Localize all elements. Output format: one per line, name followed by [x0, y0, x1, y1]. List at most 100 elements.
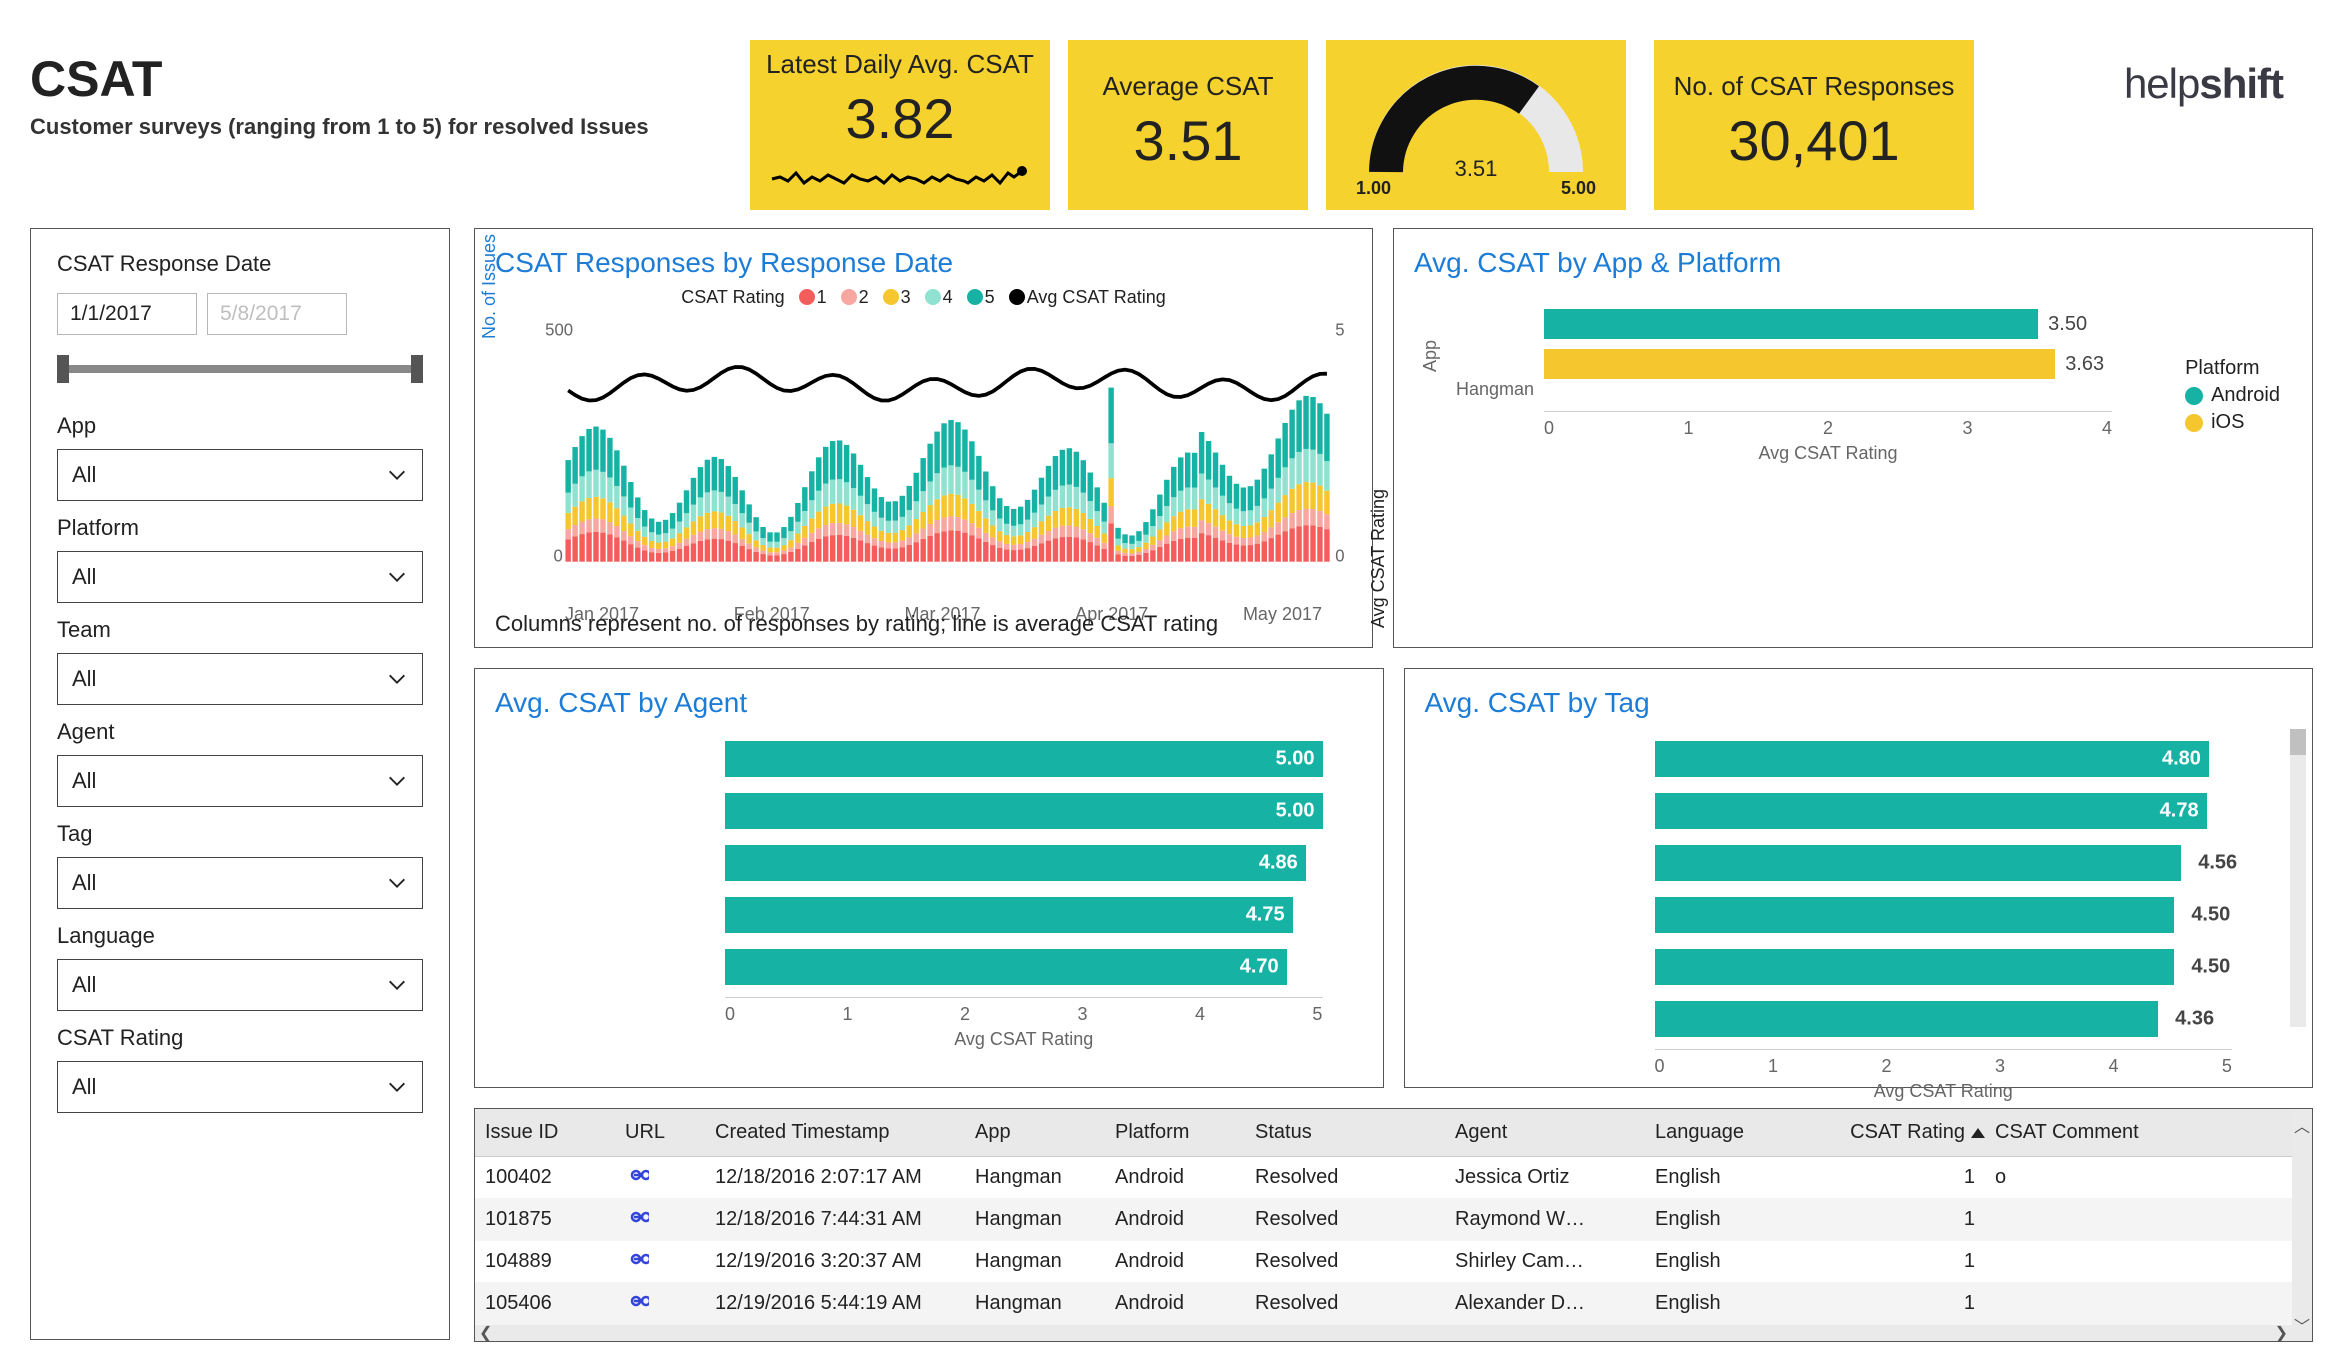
bar-rect[interactable]: 4.75: [725, 897, 1293, 933]
cell-status: Resolved: [1255, 1292, 1455, 1315]
bar-rect[interactable]: 5.00: [725, 793, 1323, 829]
y2-axis-label: Avg CSAT Rating: [1368, 489, 1389, 628]
bar-row[interactable]: admin 4.78: [1655, 789, 2233, 833]
bar-row[interactable]: feature-question 4.50: [1655, 893, 2233, 937]
bar-rect[interactable]: 4.50: [1655, 949, 2175, 985]
kpi-responses: No. of CSAT Responses 30,401: [1654, 40, 1974, 210]
header-status[interactable]: Status: [1255, 1121, 1455, 1144]
chevron-down-icon: [386, 770, 408, 792]
cell-app: Hangman: [975, 1166, 1115, 1189]
bar-rect[interactable]: 4.56: [1655, 845, 2182, 881]
bar-android[interactable]: [1544, 309, 2038, 339]
table-row[interactable]: 100402 12/18/2016 2:07:17 AM Hangman And…: [475, 1157, 2292, 1199]
bar-value: 4.75: [1246, 904, 1285, 927]
app-platform-chart[interactable]: App Hangman 3.50 3.63: [1414, 287, 2292, 497]
header-comment[interactable]: CSAT Comment: [1995, 1121, 2255, 1144]
bar-row[interactable]: sdk 4.56: [1655, 841, 2233, 885]
bar-android-value: 3.50: [2048, 313, 2087, 336]
table-row[interactable]: 104889 12/19/2016 3:20:37 AM Hangman And…: [475, 1241, 2292, 1283]
kpi-avg-label: Average CSAT: [1102, 71, 1273, 102]
legend-ios: iOS: [2211, 411, 2244, 434]
chevron-down-icon[interactable]: ﹀: [2294, 1313, 2310, 1337]
bar-row[interactable]: Shirley Campbell 4.86: [725, 841, 1323, 885]
table-row[interactable]: 105406 12/19/2016 5:44:19 AM Hangman And…: [475, 1283, 2292, 1325]
slider-handle-right[interactable]: [411, 355, 423, 383]
date-slider[interactable]: [57, 365, 423, 373]
chevron-up-icon[interactable]: ︿: [2294, 1113, 2310, 1137]
slider-handle-left[interactable]: [57, 355, 69, 383]
cell-url[interactable]: [625, 1208, 715, 1232]
sparkline-icon: [770, 159, 1030, 195]
x-tick: 0: [1544, 418, 1554, 439]
header-language[interactable]: Language: [1655, 1121, 1815, 1144]
chart-scrollbar[interactable]: [2290, 729, 2306, 1027]
svg-text:0: 0: [554, 546, 563, 565]
chevron-right-icon[interactable]: ❯: [2275, 1323, 2288, 1343]
agent-chart[interactable]: Jessica Ortiz 5.00 Raymond Wagner 5.00 S…: [495, 727, 1363, 1047]
bar-row[interactable]: Jessica Ortiz 5.00: [725, 737, 1323, 781]
page-subtitle: Customer surveys (ranging from 1 to 5) f…: [30, 114, 730, 140]
date-from-input[interactable]: 1/1/2017: [57, 293, 197, 335]
filter-label: Tag: [57, 821, 423, 847]
bar-rect[interactable]: 4.36: [1655, 1001, 2159, 1037]
bar-row[interactable]: Raymond Wagner 5.00: [725, 789, 1323, 833]
filter-select-team[interactable]: All: [57, 653, 423, 705]
cell-app: Hangman: [975, 1292, 1115, 1315]
table-row[interactable]: 101875 12/18/2016 7:44:31 AM Hangman And…: [475, 1199, 2292, 1241]
cell-url[interactable]: [625, 1292, 715, 1316]
header-agent[interactable]: Agent: [1455, 1121, 1655, 1144]
kpi-responses-label: No. of CSAT Responses: [1674, 71, 1955, 102]
cell-url[interactable]: [625, 1166, 715, 1190]
filter-select-agent[interactable]: All: [57, 755, 423, 807]
bar-rect[interactable]: 5.00: [725, 741, 1323, 777]
bar-row[interactable]: bug-report 4.80: [1655, 737, 2233, 781]
header-rating[interactable]: CSAT Rating: [1815, 1121, 1995, 1144]
kpi-latest-label: Latest Daily Avg. CSAT: [766, 49, 1034, 80]
header-platform[interactable]: Platform: [1115, 1121, 1255, 1144]
x-tick: 3: [1995, 1056, 2005, 1077]
bar-rect[interactable]: 4.80: [1655, 741, 2209, 777]
filter-select-language[interactable]: All: [57, 959, 423, 1011]
bar-rect[interactable]: 4.86: [725, 845, 1306, 881]
tag-chart[interactable]: bug-report 4.80 admin 4.78 sdk 4.56 feat…: [1425, 727, 2293, 1047]
x-axis-label: Avg CSAT Rating: [1655, 1081, 2233, 1102]
bar-row[interactable]: Alexander Duncan 4.75: [725, 893, 1323, 937]
header-issue-id[interactable]: Issue ID: [485, 1121, 625, 1144]
cell-rating: 1: [1815, 1250, 1995, 1273]
stacked-bar-chart[interactable]: 500 0 5 0: [495, 314, 1352, 594]
bar-ios[interactable]: [1544, 349, 2055, 379]
logo-bold: shift: [2199, 60, 2283, 107]
chevron-down-icon: [386, 1076, 408, 1098]
cell-rating: 1: [1815, 1166, 1995, 1189]
bar-rect[interactable]: 4.50: [1655, 897, 2175, 933]
header-created[interactable]: Created Timestamp: [715, 1121, 975, 1144]
cell-url[interactable]: [625, 1250, 715, 1274]
x-tick: 0: [1655, 1056, 1665, 1077]
x-tick: 2: [1823, 418, 1833, 439]
cell-platform: Android: [1115, 1292, 1255, 1315]
date-to-input[interactable]: 5/8/2017: [207, 293, 347, 335]
x-tick: 5: [1312, 1004, 1322, 1025]
header-app[interactable]: App: [975, 1121, 1115, 1144]
gauge-max: 5.00: [1561, 178, 1596, 199]
bar-row[interactable]: Albert Flores 4.70: [725, 945, 1323, 989]
vertical-scrollbar[interactable]: ︿ ﹀: [2292, 1109, 2312, 1341]
bar-rect[interactable]: 4.70: [725, 949, 1287, 985]
cell-platform: Android: [1115, 1250, 1255, 1273]
bar-row[interactable]: sales 4.50: [1655, 945, 2233, 989]
bar-value: 4.80: [2162, 748, 2201, 771]
filter-select-csat rating[interactable]: All: [57, 1061, 423, 1113]
filter-select-platform[interactable]: All: [57, 551, 423, 603]
bar-ios-value: 3.63: [2065, 353, 2104, 376]
chevron-down-icon: [386, 668, 408, 690]
panel-title: Avg. CSAT by Agent: [495, 687, 1363, 719]
filter-select-app[interactable]: All: [57, 449, 423, 501]
svg-text:500: 500: [545, 320, 573, 339]
bar-row[interactable]: notifications 4.36: [1655, 997, 2233, 1041]
filter-select-tag[interactable]: All: [57, 857, 423, 909]
header-url[interactable]: URL: [625, 1121, 715, 1144]
bar-value: 4.86: [1259, 852, 1298, 875]
horizontal-scrollbar[interactable]: ❮ ❯: [475, 1325, 2292, 1341]
bar-rect[interactable]: 4.78: [1655, 793, 2207, 829]
chevron-left-icon[interactable]: ❮: [479, 1323, 492, 1343]
